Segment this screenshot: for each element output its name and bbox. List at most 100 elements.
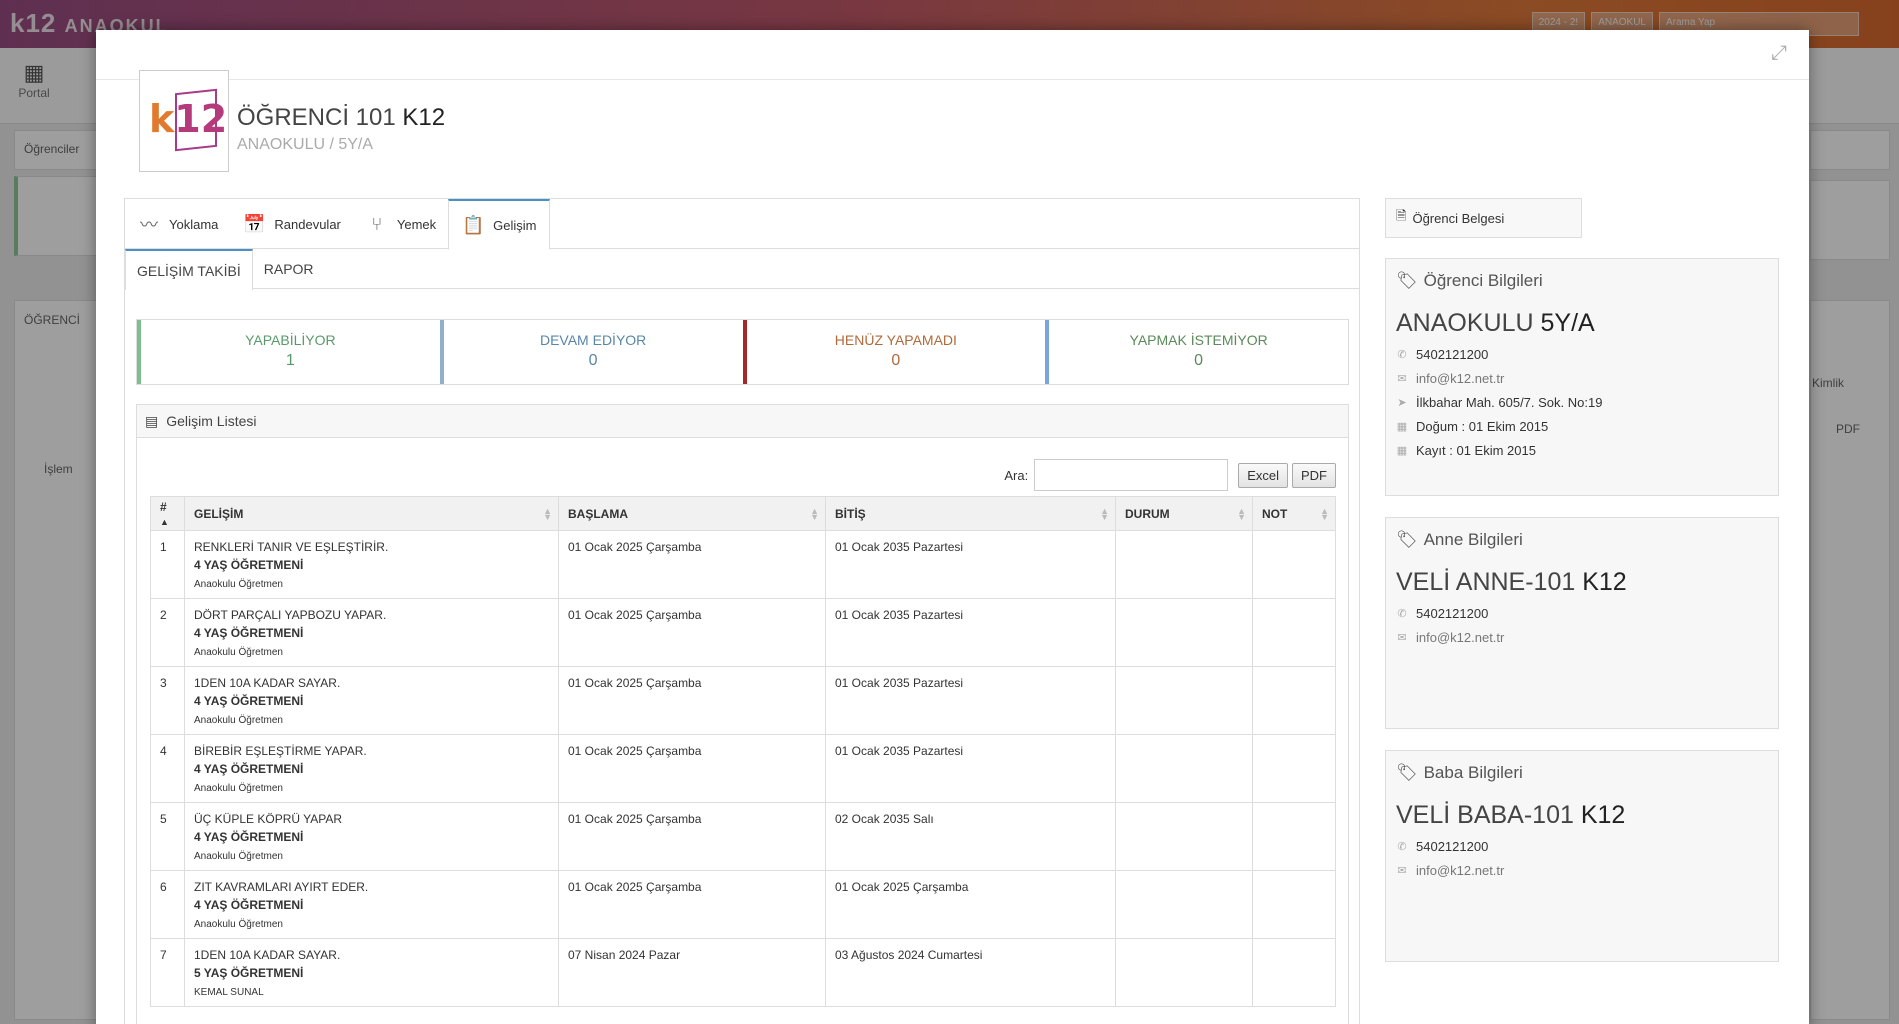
stat-value: 0	[1194, 352, 1204, 369]
student-name: ÖĞRENCİ 101	[237, 104, 396, 131]
development-table: # ▲ GELİŞİM ▲ ▼ BAŞLAMA ▲ ▼ BİTİŞ ▲ ▼ DURUM ▲ ▼ …	[150, 496, 1336, 1007]
fork-icon: ⑂	[371, 213, 383, 234]
row-status	[1115, 598, 1253, 667]
student-document-button[interactable]: 🗎 Öğrenci Belgesi	[1385, 198, 1582, 238]
row-gelisim: RENKLERİ TANIR VE EŞLEŞTİRİR. 4 YAŞ ÖĞRET…	[184, 530, 559, 599]
tab-yemek[interactable]: ⑂ Yemek	[353, 199, 448, 249]
gelisim-title: 1DEN 10A KADAR SAYAR.	[194, 676, 341, 690]
gelisim-group: 4 YAŞ ÖĞRETMENİ	[194, 626, 304, 640]
row-note	[1252, 598, 1336, 667]
pdf-export-button[interactable]: PDF	[1292, 462, 1336, 488]
phone-text: 5402121200	[1416, 839, 1489, 854]
table-row[interactable]: 4 BİREBİR EŞLEŞTİRME YAPAR. 4 YAŞ ÖĞRETMEN…	[150, 734, 1336, 803]
sort-icon: ▲ ▼	[543, 506, 552, 522]
gelisim-teacher: Anaokulu Öğretmen	[194, 715, 283, 726]
father-name: VELİ BABA-101	[1396, 801, 1574, 829]
table-row[interactable]: 3 1DEN 10A KADAR SAYAR. 4 YAŞ ÖĞRETMENİ Ana…	[150, 666, 1336, 735]
stat-label: YAPABİLİYOR	[245, 332, 336, 348]
row-start-date: 01 Ocak 2025 Çarşamba	[558, 666, 826, 735]
table-row[interactable]: 2 DÖRT PARÇALI YAPBOZU YAPAR. 4 YAŞ ÖĞRETM…	[150, 598, 1336, 667]
list-header: ▤ Gelişim Listesi	[137, 405, 1348, 438]
gelisim-title: BİREBİR EŞLEŞTİRME YAPAR.	[194, 744, 367, 758]
table-header-row: # ▲ GELİŞİM ▲ ▼ BAŞLAMA ▲ ▼ BİTİŞ ▲ ▼ DURUM ▲ ▼ …	[150, 496, 1336, 531]
col-gelisim[interactable]: GELİŞİM ▲ ▼	[184, 496, 559, 531]
col-not[interactable]: NOT ▲ ▼	[1252, 496, 1336, 531]
row-number: 5	[150, 802, 185, 871]
email-link[interactable]: info@k12.net.tr	[1416, 863, 1504, 878]
gelisim-teacher: Anaokulu Öğretmen	[194, 783, 283, 794]
row-number: 3	[150, 666, 185, 735]
row-status	[1115, 938, 1253, 1007]
col-baslama[interactable]: BAŞLAMA ▲ ▼	[558, 496, 826, 531]
school-logo: k12	[139, 70, 229, 172]
stat-label: YAPMAK İSTEMİYOR	[1129, 332, 1268, 348]
row-end-date: 03 Ağustos 2024 Cumartesi	[825, 938, 1116, 1007]
tab-gelisim[interactable]: 📋 Gelişim	[448, 199, 550, 250]
excel-export-button[interactable]: Excel	[1238, 462, 1288, 488]
gelisim-teacher: Anaokulu Öğretmen	[194, 579, 283, 590]
gelisim-group: 4 YAŞ ÖĞRETMENİ	[194, 830, 304, 844]
email-link[interactable]: info@k12.net.tr	[1416, 371, 1504, 386]
row-gelisim: DÖRT PARÇALI YAPBOZU YAPAR. 4 YAŞ ÖĞRETME…	[184, 598, 559, 667]
row-note	[1252, 530, 1336, 599]
table-row[interactable]: 1 RENKLERİ TANIR VE EŞLEŞTİRİR. 4 YAŞ ÖĞRE…	[150, 530, 1336, 599]
mother-name: VELİ ANNE-101	[1396, 568, 1576, 596]
maximize-icon[interactable]: ⤢	[1771, 42, 1787, 65]
row-number: 4	[150, 734, 185, 803]
row-note	[1252, 734, 1336, 803]
phone-icon: ✆	[1397, 608, 1407, 620]
sort-icon: ▲ ▼	[1100, 506, 1109, 522]
tab-label: Randevular	[274, 216, 341, 232]
col-durum[interactable]: DURUM ▲ ▼	[1115, 496, 1253, 531]
stat-value: 0	[588, 352, 598, 369]
row-end-date: 01 Ocak 2035 Pazartesi	[825, 598, 1116, 667]
phone-text: 5402121200	[1416, 347, 1489, 362]
row-note	[1252, 938, 1336, 1007]
row-note	[1252, 666, 1336, 735]
row-end-date: 01 Ocak 2025 Çarşamba	[825, 870, 1116, 939]
sub-tabs: GELİŞİM TAKİBİ RAPOR	[125, 249, 1359, 290]
stat-label: HENÜZ YAPAMADI	[834, 332, 957, 348]
register-date: Kayıt : 01 Ekim 2015	[1416, 443, 1536, 458]
tab-randevular[interactable]: 📅 Randevular	[230, 199, 353, 249]
table-row[interactable]: 5 ÜÇ KÜPLE KÖPRÜ YAPAR 4 YAŞ ÖĞRETMENİ Anao…	[150, 802, 1336, 871]
table-body: 1 RENKLERİ TANIR VE EŞLEŞTİRİR. 4 YAŞ ÖĞRE…	[150, 530, 1336, 1007]
tab-rapor[interactable]: RAPOR	[253, 249, 325, 289]
tags-icon: 🏷	[1396, 530, 1418, 549]
envelope-icon: ✉	[1397, 865, 1407, 877]
row-note	[1252, 870, 1336, 939]
row-gelisim: ÜÇ KÜPLE KÖPRÜ YAPAR 4 YAŞ ÖĞRETMENİ Anaok…	[184, 802, 559, 871]
card-header: Baba Bilgileri	[1423, 763, 1523, 782]
tags-icon: 🏷	[1396, 271, 1418, 290]
table-row[interactable]: 7 1DEN 10A KADAR SAYAR. 5 YAŞ ÖĞRETMENİ KEM…	[150, 938, 1336, 1007]
gelisim-teacher: Anaokulu Öğretmen	[194, 647, 283, 658]
tab-gelisim-takibi[interactable]: GELİŞİM TAKİBİ	[125, 249, 253, 290]
tab-label: Yoklama	[169, 216, 219, 232]
gelisim-teacher: KEMAL SUNAL	[194, 987, 264, 998]
stat-not-yet: HENÜZ YAPAMADI 0	[742, 320, 1046, 384]
clipboard-icon: 📋	[461, 214, 485, 235]
row-start-date: 01 Ocak 2025 Çarşamba	[558, 802, 826, 871]
tab-yoklama[interactable]: 〰 Yoklama	[125, 199, 230, 249]
k12-logo-icon: k12	[149, 88, 227, 153]
gelisim-group: 5 YAŞ ÖĞRETMENİ	[194, 966, 304, 980]
col-number[interactable]: # ▲	[150, 496, 185, 531]
table-search-input[interactable]	[1034, 459, 1229, 491]
search-label: Ara:	[1004, 467, 1029, 483]
gelisim-group: 4 YAŞ ÖĞRETMENİ	[194, 762, 304, 776]
email-link[interactable]: info@k12.net.tr	[1416, 630, 1504, 645]
development-stats: YAPABİLİYOR 1 DEVAM EDİYOR 0 HENÜZ YAPAM…	[136, 319, 1349, 385]
main-content: 〰 Yoklama 📅 Randevular ⑂ Yemek 📋 Gelişim…	[124, 198, 1360, 1024]
class-name: 5Y/A	[1540, 309, 1595, 337]
table-toolbar: Ara: Excel PDF	[1004, 459, 1336, 491]
father-info-card: 🏷 Baba Bilgileri VELİ BABA-101 K12 ✆ 54021…	[1385, 750, 1779, 962]
table-row[interactable]: 6 ZIT KAVRAMLARI AYIRT EDER. 4 YAŞ ÖĞRETME…	[150, 870, 1336, 939]
gelisim-title: RENKLERİ TANIR VE EŞLEŞTİRİR.	[194, 540, 389, 554]
row-end-date: 01 Ocak 2035 Pazartesi	[825, 666, 1116, 735]
gelisim-title: ZIT KAVRAMLARI AYIRT EDER.	[194, 880, 369, 894]
calendar-icon: ▦	[1396, 421, 1408, 433]
gelisim-title: 1DEN 10A KADAR SAYAR.	[194, 948, 341, 962]
logo-k: k	[149, 97, 175, 141]
col-bitis[interactable]: BİTİŞ ▲ ▼	[825, 496, 1116, 531]
calendar-icon: ▦	[1396, 445, 1408, 457]
